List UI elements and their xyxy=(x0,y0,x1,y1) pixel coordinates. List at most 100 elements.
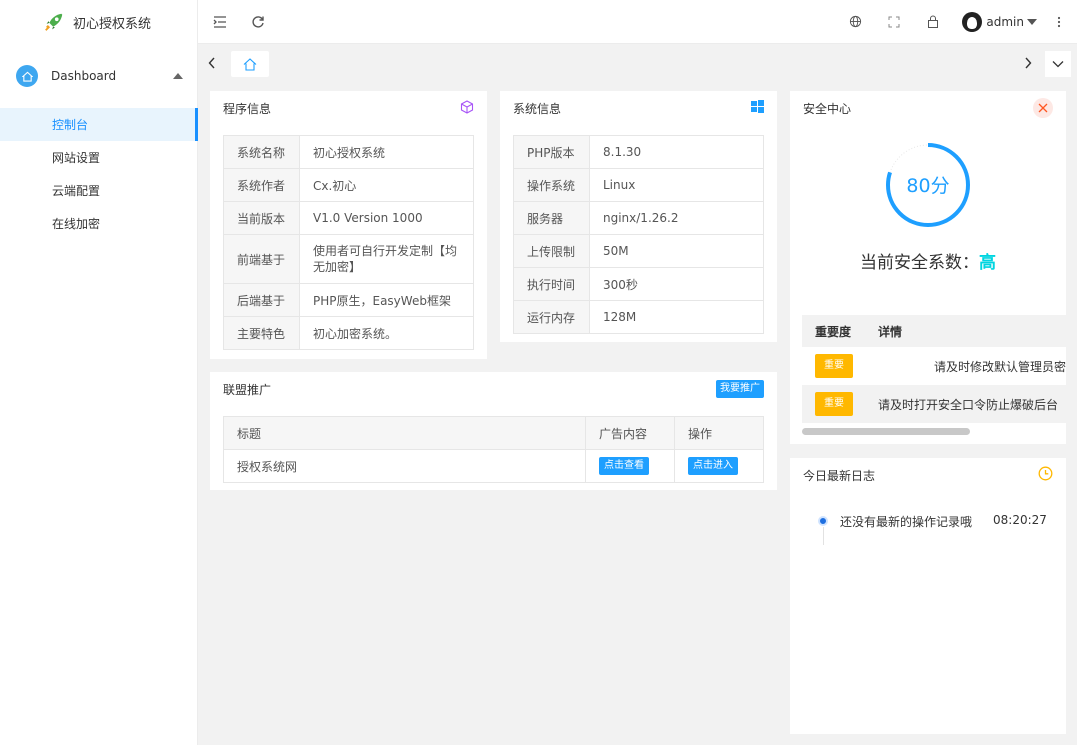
promo-title: 授权系统网 xyxy=(223,449,586,483)
row-key: PHP版本 xyxy=(513,135,590,169)
cube-icon xyxy=(460,99,474,117)
security-score: 80分 xyxy=(906,175,950,197)
row-value: Cx.初心 xyxy=(299,168,474,202)
timeline-dot xyxy=(818,516,828,526)
row-value: 8.1.30 xyxy=(589,135,764,169)
sidebar-item-online-encrypt[interactable]: 在线加密 xyxy=(0,207,197,240)
column-header: 广告内容 xyxy=(585,416,675,450)
security-card: 安全中心 80分 当前安全系数：高 重要度 详情 重要 请及时修改默认管理员密 … xyxy=(790,91,1066,444)
fullscreen-icon[interactable] xyxy=(884,12,904,32)
tab-bar xyxy=(198,44,1077,84)
system-info-card: 系统信息 PHP版本 8.1.30 操作系统 Linux 服务器 nginx/1.26… xyxy=(500,91,777,342)
security-detail: 请及时打开安全口令防止爆破后台 xyxy=(878,397,1059,412)
table-row: 操作系统 Linux xyxy=(513,168,764,202)
row-key: 主要特色 xyxy=(223,316,300,350)
row-value: PHP原生，EasyWeb框架 xyxy=(299,283,474,317)
sidebar-item-console[interactable]: 控制台 xyxy=(0,108,198,141)
user-menu[interactable]: admin xyxy=(962,11,1037,32)
column-header: 详情 xyxy=(878,324,903,339)
table-row: 当前版本 V1.0 Version 1000 xyxy=(223,201,474,235)
column-header: 操作 xyxy=(674,416,764,450)
tab-dropdown-icon[interactable] xyxy=(1045,51,1071,77)
row-value: 128M xyxy=(589,300,764,334)
row-value: 300秒 xyxy=(589,267,764,301)
app-logo[interactable]: 初心授权系统 xyxy=(0,0,197,44)
refresh-icon[interactable] xyxy=(248,12,268,32)
horizontal-scrollbar[interactable] xyxy=(802,428,970,435)
lock-icon[interactable] xyxy=(923,12,943,32)
row-value: 使用者可自行开发定制【均无加密】 xyxy=(299,234,474,284)
sidebar-item-label: 云端配置 xyxy=(52,184,101,198)
row-value: 初心加密系统。 xyxy=(299,316,474,350)
sidebar-item-label: 控制台 xyxy=(52,118,89,132)
card-title: 安全中心 xyxy=(803,101,852,116)
caret-down-icon xyxy=(1027,18,1037,25)
enter-button[interactable]: 点击进入 xyxy=(688,457,738,475)
tab-home[interactable] xyxy=(231,51,269,77)
importance-badge: 重要 xyxy=(815,354,853,378)
program-info-table: 系统名称 初心授权系统 系统作者 Cx.初心 当前版本 V1.0 Version 10… xyxy=(223,135,474,350)
table-row: 上传限制 50M xyxy=(513,234,764,268)
log-text: 还没有最新的操作记录哦 xyxy=(840,515,973,529)
row-key: 服务器 xyxy=(513,201,590,235)
table-row: 服务器 nginx/1.26.2 xyxy=(513,201,764,235)
promo-card: 联盟推广 我要推广 标题 广告内容 操作 授权系统网 点击查看 点击进入 xyxy=(210,372,777,490)
security-level-label: 当前安全系数： xyxy=(860,253,979,273)
table-row: 后端基于 PHP原生，EasyWeb框架 xyxy=(223,283,474,317)
table-row: 运行内存 128M xyxy=(513,300,764,334)
row-value: V1.0 Version 1000 xyxy=(299,201,474,235)
log-time: 08:20:27 xyxy=(993,513,1047,527)
column-header: 标题 xyxy=(223,416,586,450)
security-level: 当前安全系数：高 xyxy=(790,248,1066,273)
system-info-table: PHP版本 8.1.30 操作系统 Linux 服务器 nginx/1.26.2 上传… xyxy=(513,135,764,334)
home-tab-icon xyxy=(243,57,257,71)
globe-icon[interactable] xyxy=(845,12,865,32)
sidebar-item-label: 在线加密 xyxy=(52,217,101,231)
program-info-card: 程序信息 系统名称 初心授权系统 系统作者 Cx.初心 当前版本 V1.0 Versi… xyxy=(210,91,487,359)
security-level-value: 高 xyxy=(979,253,996,273)
card-title: 程序信息 xyxy=(223,101,272,116)
table-row: 前端基于 使用者可自行开发定制【均无加密】 xyxy=(223,234,474,284)
app-name: 初心授权系统 xyxy=(73,16,152,32)
more-vertical-icon[interactable] xyxy=(1049,12,1069,32)
row-key: 上传限制 xyxy=(513,234,590,268)
table-row: 系统名称 初心授权系统 xyxy=(223,135,474,169)
row-key: 系统作者 xyxy=(223,168,300,202)
row-key: 后端基于 xyxy=(223,283,300,317)
view-button[interactable]: 点击查看 xyxy=(599,457,649,475)
windows-icon xyxy=(751,100,764,116)
top-header: admin xyxy=(198,0,1077,44)
table-row: 重要 请及时修改默认管理员密 xyxy=(802,347,1066,385)
column-header: 重要度 xyxy=(815,324,852,339)
tab-prev-icon[interactable] xyxy=(208,57,216,72)
promo-table: 标题 广告内容 操作 授权系统网 点击查看 点击进入 xyxy=(223,416,764,483)
security-detail: 请及时修改默认管理员密 xyxy=(933,359,1066,374)
row-value: Linux xyxy=(589,168,764,202)
card-title: 系统信息 xyxy=(513,101,562,116)
table-row: 执行时间 300秒 xyxy=(513,267,764,301)
close-icon[interactable] xyxy=(1033,98,1053,118)
sidebar-item-cloud-config[interactable]: 云端配置 xyxy=(0,174,197,207)
card-title: 今日最新日志 xyxy=(803,468,876,483)
row-value: nginx/1.26.2 xyxy=(589,201,764,235)
timeline-line xyxy=(823,527,824,545)
home-icon xyxy=(16,65,38,87)
table-row: PHP版本 8.1.30 xyxy=(513,135,764,169)
sidebar-item-label: 网站设置 xyxy=(52,151,101,165)
table-row: 主要特色 初心加密系统。 xyxy=(223,316,474,350)
menu-group-dashboard[interactable]: Dashboard xyxy=(0,44,197,108)
table-row: 重要 请及时打开安全口令防止爆破后台 xyxy=(802,385,1066,423)
sidebar-item-site-settings[interactable]: 网站设置 xyxy=(0,141,197,174)
menu-fold-icon[interactable] xyxy=(210,12,230,32)
rocket-icon xyxy=(45,13,63,31)
row-value: 初心授权系统 xyxy=(299,135,474,169)
row-key: 系统名称 xyxy=(223,135,300,169)
row-key: 当前版本 xyxy=(223,201,300,235)
menu-group-label: Dashboard xyxy=(51,69,117,83)
promote-button[interactable]: 我要推广 xyxy=(716,380,764,398)
card-title: 联盟推广 xyxy=(223,382,272,397)
row-key: 前端基于 xyxy=(223,234,300,284)
logs-card: 今日最新日志 还没有最新的操作记录哦 08:20:27 xyxy=(790,458,1066,734)
tab-next-icon[interactable] xyxy=(1024,57,1032,72)
avatar xyxy=(962,11,983,32)
